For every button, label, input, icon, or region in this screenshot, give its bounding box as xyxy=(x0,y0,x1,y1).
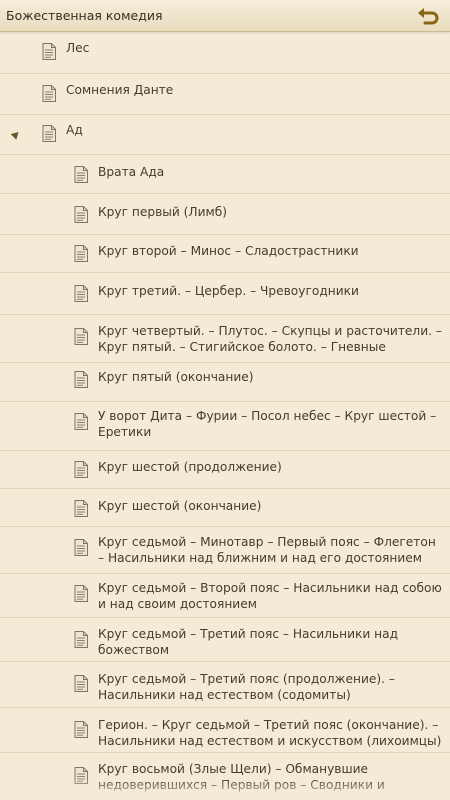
document-icon xyxy=(42,85,56,102)
list-item[interactable]: Круг первый (Лимб) xyxy=(0,194,450,235)
document-icon xyxy=(74,461,88,478)
list-item[interactable]: Круг четвертый. – Плутос. – Скупцы и рас… xyxy=(0,315,450,363)
list-item[interactable]: Круг третий. – Цербер. – Чревоугодники xyxy=(0,273,450,315)
document-icon xyxy=(74,767,88,784)
list-item-label: Лес xyxy=(66,41,90,55)
list-item-label: Круг шестой (продолжение) xyxy=(98,460,282,474)
expand-arrow-icon[interactable] xyxy=(10,129,22,140)
list-item[interactable]: Круг пятый (окончание) xyxy=(0,363,450,402)
list-item[interactable]: Круг седьмой – Минотавр – Первый пояс – … xyxy=(0,527,450,574)
list-item-label: Круг второй – Минос – Сладострастники xyxy=(98,244,359,258)
document-icon xyxy=(74,285,88,302)
document-icon xyxy=(74,371,88,388)
back-button[interactable] xyxy=(416,4,442,28)
list-item-label: Врата Ада xyxy=(98,165,165,179)
list-item-label: Круг седьмой – Третий пояс – Насильники … xyxy=(98,627,399,657)
list-item-label: Ад xyxy=(66,123,83,137)
list-item-label: Круг четвертый. – Плутос. – Скупцы и рас… xyxy=(98,324,442,354)
list-item-label: Круг пятый (окончание) xyxy=(98,370,254,384)
list-item-label: Круг третий. – Цербер. – Чревоугодники xyxy=(98,284,359,298)
list-item-label: У ворот Дита – Фурии – Посол небес – Кру… xyxy=(98,409,437,439)
list-item[interactable]: Сомнения Данте xyxy=(0,74,450,115)
document-icon xyxy=(74,721,88,738)
list-item-label: Круг седьмой – Третий пояс (продолжение)… xyxy=(98,672,395,702)
document-icon xyxy=(42,125,56,142)
document-icon xyxy=(74,585,88,602)
list-item[interactable]: У ворот Дита – Фурии – Посол небес – Кру… xyxy=(0,402,450,451)
document-icon xyxy=(74,631,88,648)
list-item-label: Сомнения Данте xyxy=(66,83,174,97)
list-item[interactable]: Ад xyxy=(0,115,450,155)
document-icon xyxy=(74,675,88,692)
list-item[interactable]: Круг восьмой (Злые Щели) – Обманувшие не… xyxy=(0,753,450,799)
undo-arrow-icon xyxy=(418,8,439,25)
document-icon xyxy=(74,539,88,556)
list-item-label: Круг седьмой – Минотавр – Первый пояс – … xyxy=(98,535,436,565)
document-icon xyxy=(74,245,88,262)
list-item[interactable]: Круг шестой (окончание) xyxy=(0,489,450,527)
list-item[interactable]: Врата Ада xyxy=(0,155,450,194)
document-icon xyxy=(42,43,56,60)
list-item[interactable]: Лес xyxy=(0,32,450,74)
list-item[interactable]: Круг седьмой – Третий пояс (продолжение)… xyxy=(0,662,450,708)
list-item-label: Круг шестой (окончание) xyxy=(98,499,262,513)
list-item[interactable]: Круг седьмой – Второй пояс – Насильники … xyxy=(0,574,450,618)
list-item-label: Герион. – Круг седьмой – Третий пояс (ок… xyxy=(98,718,442,748)
document-icon xyxy=(74,206,88,223)
chapter-list: Лес Сомнения Данте Ад Врата Ада Круг первый … xyxy=(0,32,450,799)
list-item-label: Круг седьмой – Второй пояс – Насильники … xyxy=(98,581,442,611)
list-item[interactable]: Круг седьмой – Третий пояс – Насильники … xyxy=(0,618,450,662)
list-item-label: Круг первый (Лимб) xyxy=(98,205,227,219)
document-icon xyxy=(74,166,88,183)
list-item-label: Круг восьмой (Злые Щели) – Обманувшие не… xyxy=(98,762,385,792)
list-item[interactable]: Круг шестой (продолжение) xyxy=(0,451,450,489)
document-icon xyxy=(74,328,88,345)
page-title: Божественная комедия xyxy=(6,8,163,23)
list-item[interactable]: Герион. – Круг седьмой – Третий пояс (ок… xyxy=(0,708,450,753)
app-header: Божественная комедия xyxy=(0,0,450,32)
list-item[interactable]: Круг второй – Минос – Сладострастники xyxy=(0,235,450,273)
document-icon xyxy=(74,500,88,517)
document-icon xyxy=(74,413,88,430)
